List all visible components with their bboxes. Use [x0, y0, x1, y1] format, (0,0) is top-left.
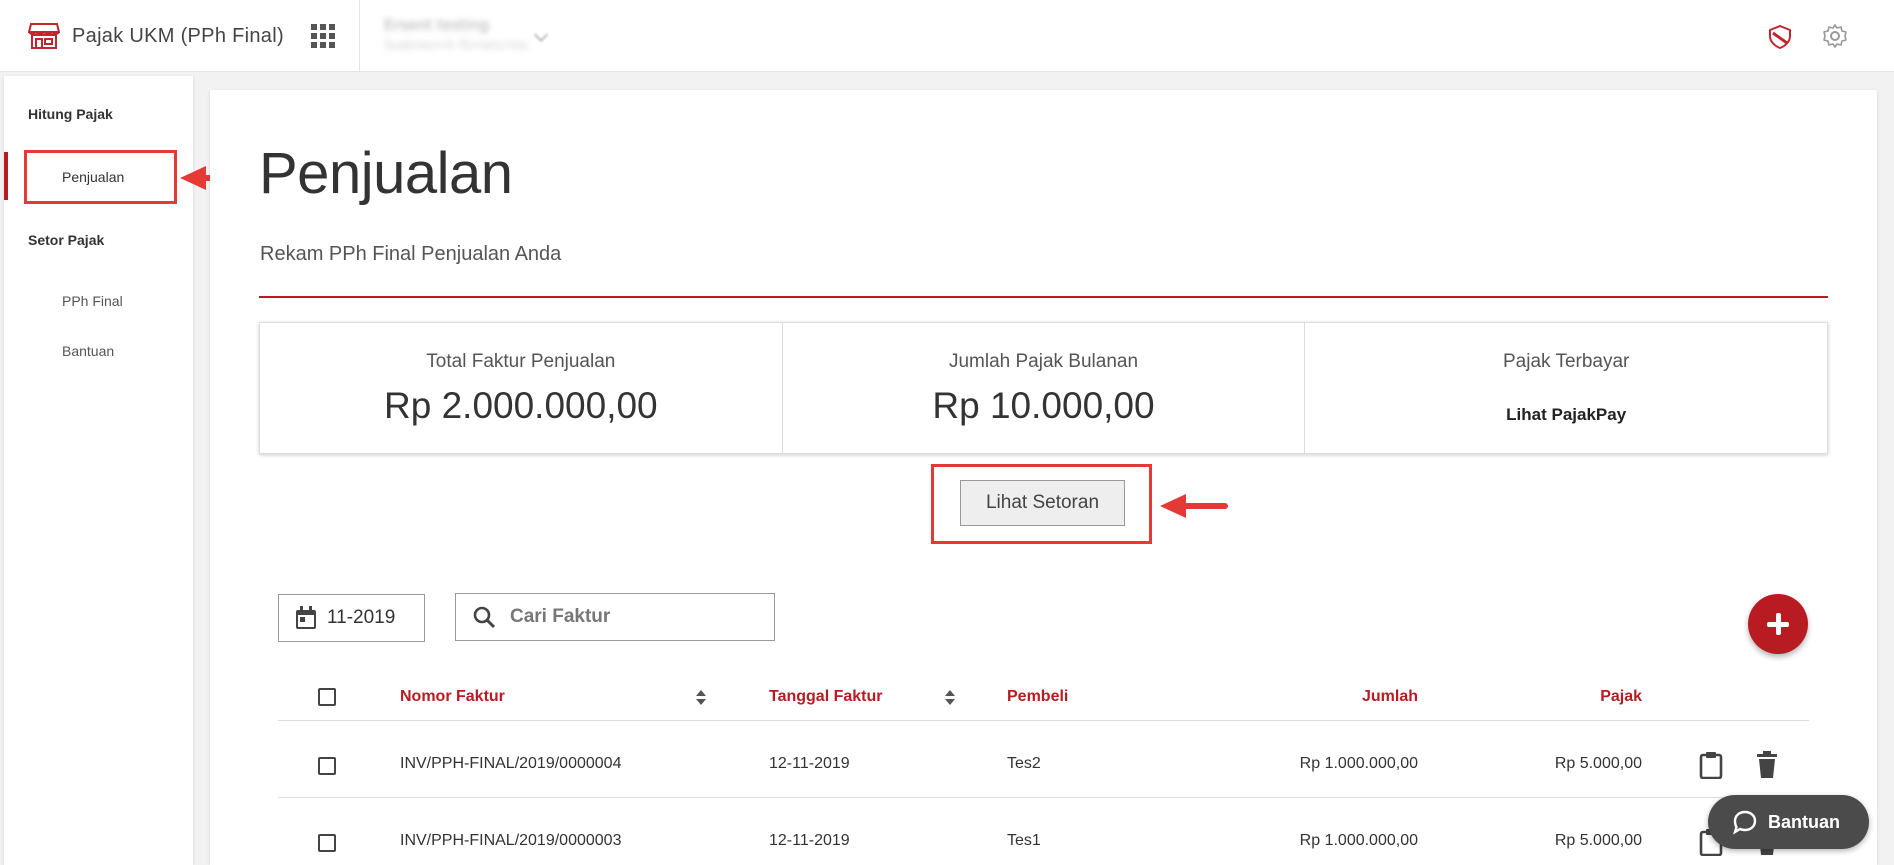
- row-checkbox[interactable]: [318, 757, 336, 775]
- calendar-icon: [296, 606, 316, 629]
- sidebar-active-indicator: [4, 152, 8, 200]
- col-nomor-faktur: Nomor Faktur: [400, 688, 505, 705]
- table-row[interactable]: INV/PPH-FINAL/2019/0000003 12-11-2019 Te…: [278, 797, 1809, 865]
- search-field[interactable]: [455, 593, 775, 641]
- cell-tanggal: 12-11-2019: [769, 832, 850, 849]
- trash-icon[interactable]: [1755, 751, 1779, 779]
- clipboard-icon[interactable]: [1699, 751, 1723, 779]
- shield-icon[interactable]: [1767, 24, 1793, 50]
- cell-jumlah: Rp 1.000.000,00: [1299, 832, 1418, 849]
- top-divider: [359, 0, 360, 72]
- period-picker[interactable]: 11-2019: [278, 594, 425, 642]
- top-bar: Pajak UKM (PPh Final) Ersent testing Sua…: [0, 0, 1894, 72]
- search-input[interactable]: [510, 606, 750, 628]
- sort-icon[interactable]: [945, 690, 955, 706]
- chat-icon: [1732, 810, 1757, 835]
- col-jumlah: Jumlah: [1361, 688, 1418, 705]
- sidebar: Hitung Pajak Penjualan Setor Pajak PPh F…: [4, 76, 193, 865]
- table-row[interactable]: INV/PPH-FINAL/2019/0000004 12-11-2019 Te…: [278, 720, 1809, 797]
- add-invoice-button[interactable]: [1748, 594, 1808, 654]
- help-label: Bantuan: [1768, 811, 1840, 832]
- row-checkbox[interactable]: [318, 834, 336, 852]
- account-subtitle: Suabnecrvh fiicrwtcctes: [384, 38, 528, 52]
- stat-pajak-terbayar: Pajak Terbayar Lihat PajakPay: [1305, 323, 1827, 453]
- cell-jumlah: Rp 1.000.000,00: [1299, 755, 1418, 772]
- lihat-setoran-button[interactable]: Lihat Setoran: [960, 480, 1125, 526]
- stat-value: Rp 10.000,00: [932, 385, 1155, 426]
- cell-tanggal: 12-11-2019: [769, 755, 850, 772]
- cell-pajak: Rp 5.000,00: [1554, 755, 1642, 772]
- stat-label: Total Faktur Penjualan: [426, 351, 616, 372]
- period-value: 11-2019: [327, 607, 396, 628]
- sort-icon[interactable]: [696, 690, 706, 706]
- stat-label: Pajak Terbayar: [1502, 351, 1630, 372]
- stat-jumlah-pajak: Jumlah Pajak Bulanan Rp 10.000,00: [783, 323, 1306, 453]
- sidebar-item-bantuan[interactable]: Bantuan: [62, 343, 114, 359]
- stat-label: Jumlah Pajak Bulanan: [948, 351, 1139, 372]
- gear-icon[interactable]: [1821, 22, 1849, 50]
- col-pajak: Pajak: [1600, 688, 1642, 705]
- title-divider: [259, 296, 1828, 298]
- select-all-checkbox[interactable]: [318, 688, 336, 706]
- cell-nomor: INV/PPH-FINAL/2019/0000003: [400, 832, 622, 849]
- sidebar-item-penjualan[interactable]: Penjualan: [62, 169, 124, 185]
- cell-pembeli: Tes2: [1007, 755, 1041, 772]
- sidebar-heading-hitung-pajak: Hitung Pajak: [28, 106, 113, 122]
- app-title: Pajak UKM (PPh Final): [72, 24, 284, 47]
- sidebar-item-pph-final[interactable]: PPh Final: [62, 293, 123, 309]
- main-content: Penjualan Rekam PPh Final Penjualan Anda…: [210, 90, 1877, 865]
- cell-pembeli: Tes1: [1007, 832, 1041, 849]
- lihat-pajakpay-link[interactable]: Lihat PajakPay: [1305, 405, 1827, 425]
- col-pembeli: Pembeli: [1007, 688, 1069, 705]
- stats-panel: Total Faktur Penjualan Rp 2.000.000,00 J…: [259, 322, 1828, 454]
- page-subtitle: Rekam PPh Final Penjualan Anda: [260, 243, 562, 265]
- page-title: Penjualan: [259, 141, 513, 206]
- store-icon: [28, 23, 60, 49]
- cell-nomor: INV/PPH-FINAL/2019/0000004: [400, 755, 622, 772]
- arrow-icon: [1160, 494, 1228, 518]
- cell-pajak: Rp 5.000,00: [1554, 832, 1642, 849]
- brand[interactable]: Pajak UKM (PPh Final): [28, 20, 284, 52]
- stat-value: Rp 2.000.000,00: [384, 385, 658, 426]
- search-icon: [473, 606, 496, 629]
- invoice-table: Nomor Faktur Tanggal Faktur Pembeli Juml…: [278, 680, 1809, 865]
- col-tanggal-faktur: Tanggal Faktur: [769, 688, 883, 705]
- table-header: Nomor Faktur Tanggal Faktur Pembeli Juml…: [278, 680, 1809, 720]
- help-button[interactable]: Bantuan: [1708, 795, 1869, 849]
- stat-total-faktur: Total Faktur Penjualan Rp 2.000.000,00: [260, 323, 783, 453]
- apps-grid-icon[interactable]: [311, 24, 335, 48]
- sidebar-heading-setor-pajak: Setor Pajak: [28, 232, 105, 248]
